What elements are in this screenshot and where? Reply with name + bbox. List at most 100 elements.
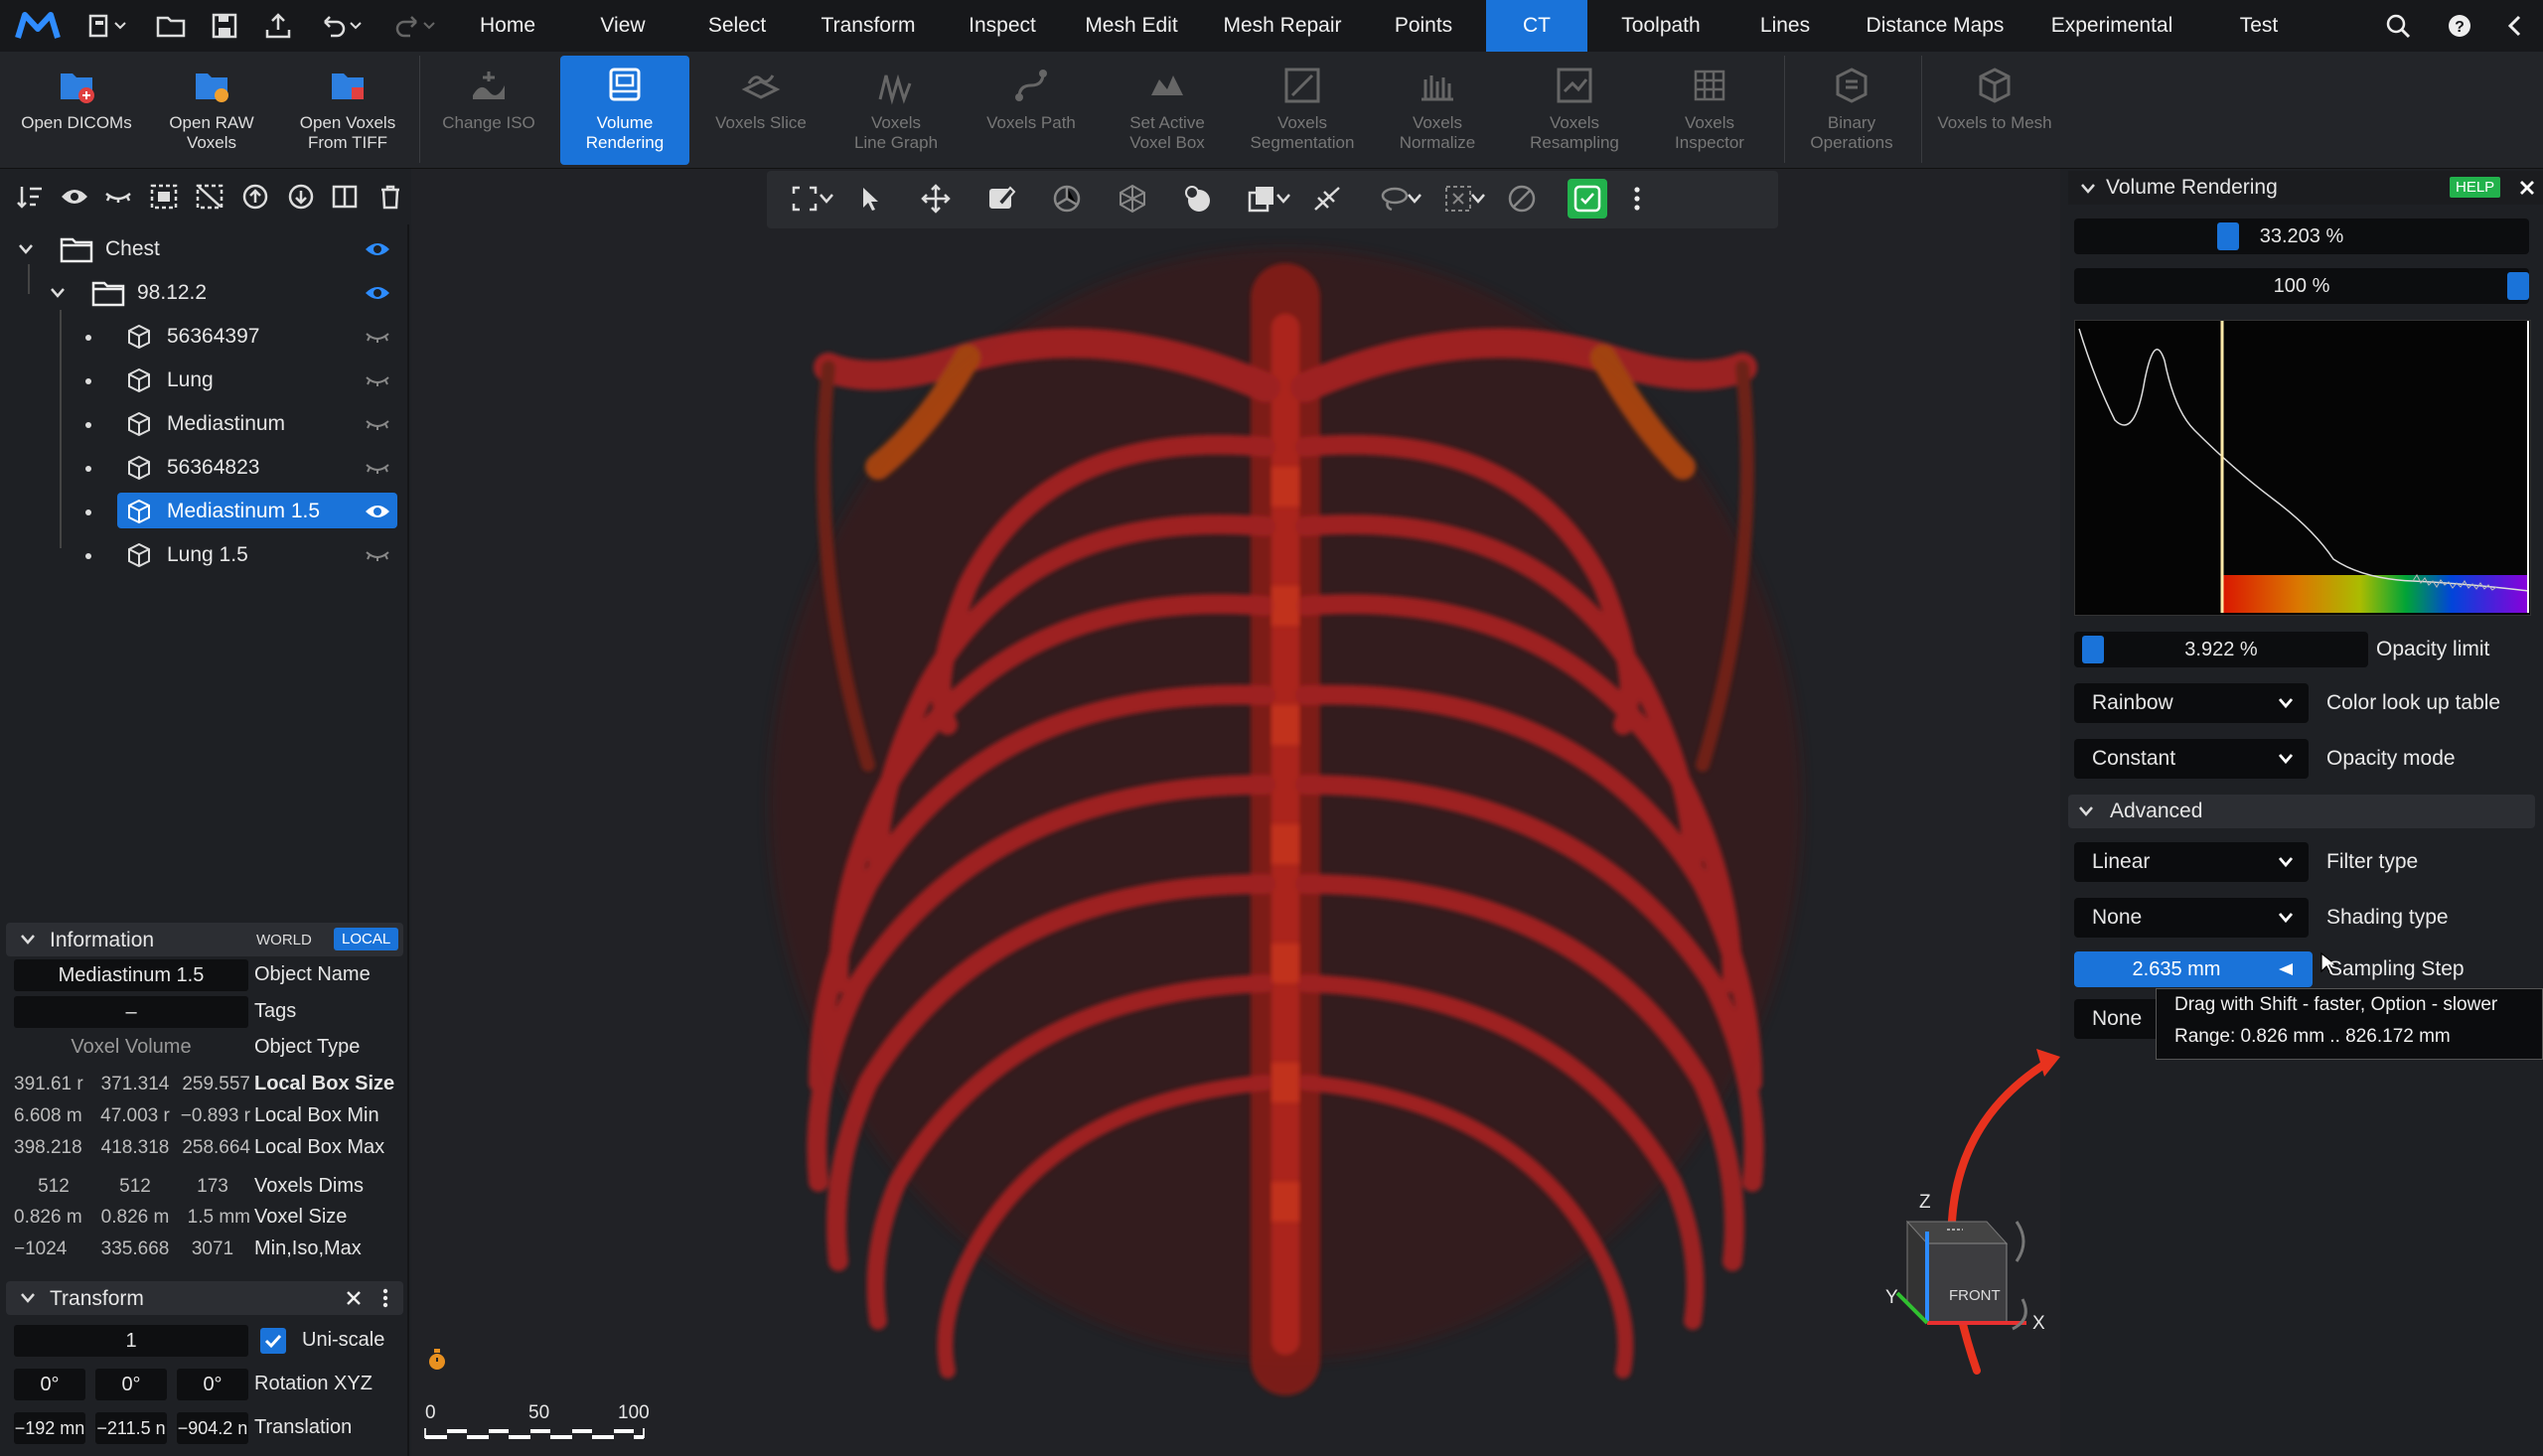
open-dicoms-button[interactable]: Open DICOMs — [6, 56, 147, 165]
range-min-slider[interactable]: 33.203 % — [2074, 218, 2529, 254]
voxels-inspector-button[interactable]: Voxels Inspector — [1645, 56, 1774, 165]
clip-plane-icon[interactable] — [1307, 179, 1347, 218]
tree-item-selected[interactable]: Mediastinum 1.5 — [0, 491, 409, 532]
menu-mesh-edit[interactable]: Mesh Edit — [1075, 0, 1188, 52]
object-name-field[interactable]: Mediastinum 1.5 — [14, 959, 248, 991]
voxels-resampling-button[interactable]: Voxels Resampling — [1508, 56, 1641, 165]
menu-transform[interactable]: Transform — [809, 0, 928, 52]
sampling-step-field[interactable]: 2.635 mm — [2074, 951, 2313, 987]
volume-rendering-button[interactable]: Volume Rendering — [560, 56, 689, 165]
undo-icon[interactable] — [314, 0, 370, 52]
chevron-down-icon[interactable] — [50, 286, 66, 300]
voxels-segmentation-button[interactable]: Voxels Segmentation — [1236, 56, 1369, 165]
opacity-mode-dropdown[interactable]: Constant — [2074, 739, 2309, 779]
local-toggle[interactable]: LOCAL — [334, 928, 399, 950]
menu-experimental[interactable]: Experimental — [2042, 0, 2181, 52]
binary-operations-button[interactable]: Binary Operations — [1794, 56, 1909, 165]
information-header[interactable]: Information WORLD LOCAL — [6, 923, 403, 956]
move-icon[interactable] — [916, 179, 956, 218]
mesh-shape-icon[interactable] — [1047, 179, 1087, 218]
menu-test[interactable]: Test — [2209, 0, 2309, 52]
close-icon[interactable] — [2519, 180, 2535, 196]
hidden-eye-icon[interactable] — [364, 415, 391, 435]
menu-view[interactable]: View — [590, 0, 656, 52]
chevron-down-icon[interactable] — [1272, 179, 1295, 218]
tags-field[interactable]: – — [14, 996, 248, 1028]
uniscale-checkbox[interactable] — [260, 1328, 286, 1354]
scale-field[interactable]: 1 — [14, 1325, 248, 1357]
filter-type-dropdown[interactable]: Linear — [2074, 842, 2309, 882]
close-icon[interactable] — [346, 1290, 362, 1306]
last-dropdown[interactable]: None — [2074, 999, 2164, 1039]
rotation-y-field[interactable]: 0° — [95, 1369, 167, 1400]
tree-item-voxels[interactable]: Mediastinum — [0, 403, 409, 445]
move-down-icon[interactable] — [286, 183, 316, 211]
hidden-eye-icon[interactable] — [364, 328, 391, 348]
range-max-slider[interactable]: 100 % — [2074, 268, 2529, 304]
advanced-header[interactable]: Advanced — [2068, 795, 2535, 828]
opacity-limit-slider[interactable]: 3.922 % — [2074, 632, 2368, 667]
world-toggle[interactable]: WORLD — [250, 930, 318, 950]
search-icon[interactable] — [2376, 0, 2420, 52]
shading-type-dropdown[interactable]: None — [2074, 898, 2309, 938]
menu-distance-maps[interactable]: Distance Maps — [1856, 0, 2015, 52]
hidden-eye-icon[interactable] — [364, 546, 391, 566]
chevron-down-icon[interactable] — [815, 179, 838, 218]
rotation-x-field[interactable]: 0° — [14, 1369, 85, 1400]
export-icon[interactable] — [256, 0, 300, 52]
sort-icon[interactable] — [16, 183, 46, 211]
change-iso-button[interactable]: Change ISO — [433, 56, 544, 165]
tree-item-chest[interactable]: Chest — [0, 228, 409, 270]
more-icon[interactable] — [1625, 179, 1649, 218]
help-button[interactable]: HELP — [2450, 177, 2501, 198]
eye-icon[interactable] — [364, 283, 391, 303]
menu-select[interactable]: Select — [697, 0, 777, 52]
menu-toolpath[interactable]: Toolpath — [1609, 0, 1713, 52]
save-icon[interactable] — [203, 0, 246, 52]
hidden-eye-icon[interactable] — [364, 459, 391, 479]
edit-selection-icon[interactable] — [981, 179, 1021, 218]
menu-lines[interactable]: Lines — [1750, 0, 1820, 52]
chevron-down-icon[interactable] — [18, 242, 34, 256]
menu-ct[interactable]: CT — [1486, 0, 1587, 52]
stopwatch-icon[interactable] — [425, 1347, 449, 1373]
voxels-to-mesh-button[interactable]: Voxels to Mesh — [1927, 56, 2062, 165]
eye-icon[interactable] — [364, 239, 391, 259]
decrement-arrow-icon[interactable] — [2277, 961, 2295, 977]
view-cube[interactable]: FRONT Z Y X — [1838, 1182, 2056, 1351]
tree-item-voxels[interactable]: Lung 1.5 — [0, 534, 409, 576]
chevron-down-icon[interactable] — [1466, 179, 1490, 218]
delete-icon[interactable] — [375, 183, 405, 211]
chevron-down-icon[interactable] — [1403, 179, 1426, 218]
move-up-icon[interactable] — [240, 183, 270, 211]
menu-inspect[interactable]: Inspect — [956, 0, 1049, 52]
hidden-eye-icon[interactable] — [364, 371, 391, 391]
menu-points[interactable]: Points — [1383, 0, 1464, 52]
disable-icon[interactable] — [1502, 179, 1542, 218]
menu-mesh-repair[interactable]: Mesh Repair — [1218, 0, 1347, 52]
chevron-down-icon[interactable] — [2080, 182, 2096, 196]
help-icon[interactable]: ? — [2438, 0, 2481, 52]
app-logo-icon[interactable] — [10, 0, 66, 52]
visibility-icon[interactable] — [60, 183, 89, 211]
open-raw-voxels-button[interactable]: Open RAW Voxels — [151, 56, 272, 165]
open-tiff-button[interactable]: Open Voxels From TIFF — [280, 56, 415, 165]
accept-icon[interactable] — [1568, 179, 1607, 218]
slider-handle[interactable] — [2217, 222, 2239, 250]
set-active-voxel-box-button[interactable]: Set Active Voxel Box — [1103, 56, 1232, 165]
redo-icon[interactable] — [387, 0, 443, 52]
more-icon[interactable] — [381, 1288, 389, 1308]
tree-item-folder[interactable]: 98.12.2 — [0, 272, 409, 314]
eye-icon[interactable] — [364, 502, 391, 521]
color-lut-dropdown[interactable]: Rainbow — [2074, 683, 2309, 723]
rotation-z-field[interactable]: 0° — [177, 1369, 248, 1400]
open-folder-icon[interactable] — [149, 0, 193, 52]
3d-viewport[interactable]: 0 50 100 FRONT Z Y X — [411, 169, 2060, 1456]
tree-item-voxels[interactable]: 56364823 — [0, 447, 409, 489]
collapse-panel-icon[interactable] — [2493, 0, 2537, 52]
slider-handle[interactable] — [2507, 272, 2529, 300]
menu-home[interactable]: Home — [465, 0, 550, 52]
deselect-icon[interactable] — [195, 183, 224, 211]
new-file-icon[interactable] — [79, 0, 135, 52]
split-icon[interactable] — [330, 183, 360, 211]
